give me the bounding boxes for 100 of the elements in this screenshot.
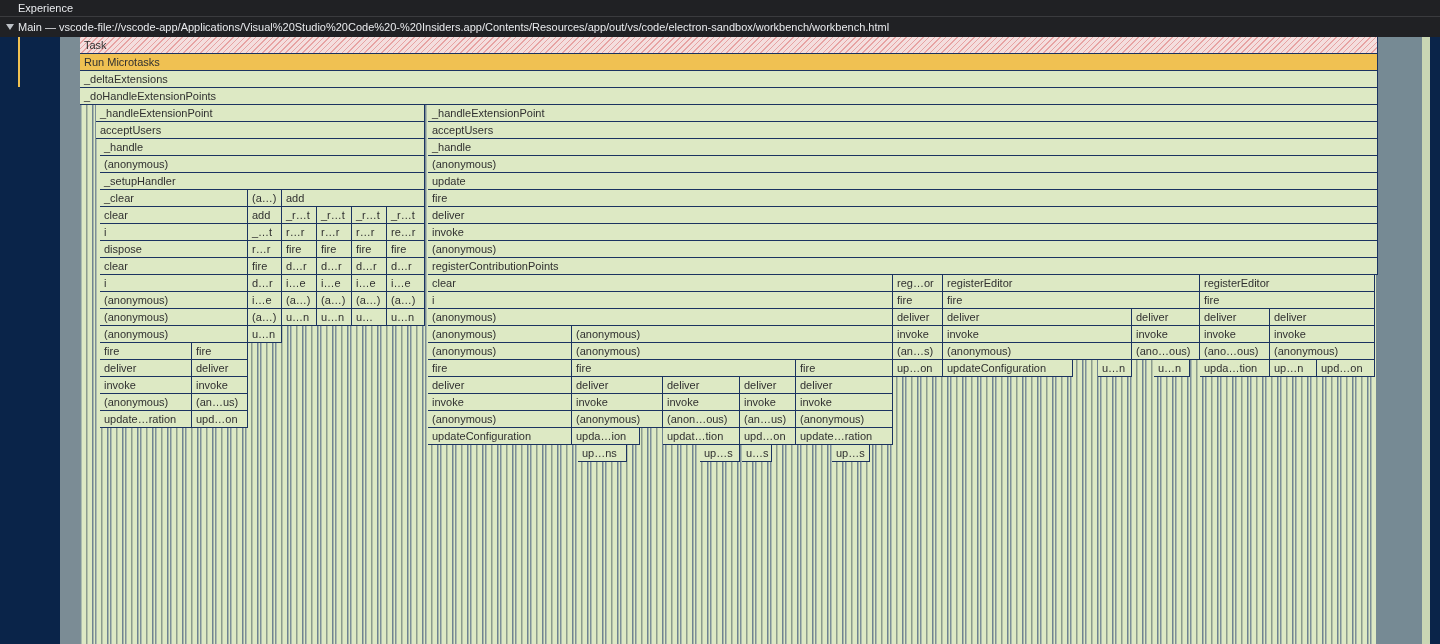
call-frame[interactable]: _doHandleExtensionPoints (80, 88, 1378, 105)
call-frame[interactable]: acceptUsers (428, 122, 1378, 139)
call-frame[interactable]: _r…t (317, 207, 352, 224)
call-frame[interactable]: u…s (742, 445, 772, 462)
call-frame[interactable]: (anonymous) (428, 343, 572, 360)
call-frame[interactable]: update…ration (796, 428, 893, 445)
call-frame[interactable]: deliver (428, 207, 1378, 224)
call-frame[interactable]: (an…us) (192, 394, 248, 411)
call-frame[interactable]: d…r (387, 258, 425, 275)
call-frame[interactable]: _r…t (352, 207, 387, 224)
call-frame[interactable]: upd…on (740, 428, 796, 445)
call-frame[interactable]: fire (572, 360, 796, 377)
call-frame[interactable]: update (428, 173, 1378, 190)
call-frame[interactable]: invoke (1132, 326, 1200, 343)
call-frame[interactable]: (anonymous) (572, 326, 893, 343)
call-frame[interactable]: up…s (832, 445, 870, 462)
call-frame[interactable]: i…e (317, 275, 352, 292)
call-frame[interactable]: registerContributionPoints (428, 258, 1378, 275)
call-frame[interactable]: deliver (943, 309, 1132, 326)
call-frame[interactable]: deliver (192, 360, 248, 377)
call-frame[interactable]: (anonymous) (572, 411, 663, 428)
call-frame[interactable]: d…r (248, 275, 282, 292)
call-frame[interactable]: deliver (428, 377, 572, 394)
call-frame[interactable]: fire (317, 241, 352, 258)
call-frame[interactable]: _clear (100, 190, 248, 207)
call-frame[interactable]: u…n (1154, 360, 1190, 377)
call-frame[interactable]: i…e (387, 275, 425, 292)
call-frame[interactable]: invoke (572, 394, 663, 411)
call-frame[interactable]: _r…t (282, 207, 317, 224)
call-frame[interactable]: invoke (943, 326, 1132, 343)
call-frame[interactable]: fire (387, 241, 425, 258)
call-frame[interactable]: (anonymous) (100, 309, 248, 326)
call-frame[interactable]: i (100, 224, 248, 241)
call-frame[interactable]: d…r (317, 258, 352, 275)
call-frame[interactable]: r…r (352, 224, 387, 241)
call-frame[interactable]: (a…) (248, 190, 282, 207)
call-frame[interactable]: _handleExtensionPoint (96, 105, 425, 122)
call-frame[interactable]: up…n (1270, 360, 1317, 377)
call-frame[interactable]: fire (893, 292, 943, 309)
call-frame[interactable]: _handle (100, 139, 425, 156)
call-frame[interactable]: fire (428, 190, 1378, 207)
call-frame[interactable]: (anonymous) (428, 309, 893, 326)
call-frame[interactable]: update…ration (100, 411, 192, 428)
call-frame[interactable]: u…n (1098, 360, 1132, 377)
call-frame[interactable]: (anonymous) (100, 394, 192, 411)
call-frame[interactable]: (anonymous) (428, 411, 572, 428)
call-frame[interactable]: fire (282, 241, 317, 258)
call-frame[interactable]: invoke (893, 326, 943, 343)
call-frame[interactable]: (anonymous) (100, 156, 425, 173)
call-frame[interactable]: Run Microtasks (80, 54, 1378, 71)
call-frame[interactable]: fire (100, 343, 192, 360)
call-frame[interactable]: (ano…ous) (1200, 343, 1270, 360)
call-frame[interactable]: (an…s) (893, 343, 943, 360)
call-frame[interactable]: (an…us) (740, 411, 796, 428)
call-frame[interactable]: invoke (428, 394, 572, 411)
call-frame[interactable]: (a…) (317, 292, 352, 309)
call-frame[interactable]: (a…) (282, 292, 317, 309)
call-frame[interactable]: _handle (428, 139, 1378, 156)
call-frame[interactable]: (anonymous) (428, 326, 572, 343)
call-frame[interactable]: updateConfiguration (428, 428, 572, 445)
call-frame[interactable]: (anonymous) (796, 411, 893, 428)
call-frame[interactable]: reg…or (893, 275, 943, 292)
call-frame[interactable]: invoke (740, 394, 796, 411)
call-frame[interactable]: fire (428, 360, 572, 377)
call-frame[interactable]: (ano…ous) (1132, 343, 1200, 360)
call-frame[interactable]: up…ns (578, 445, 627, 462)
call-frame[interactable]: u…n (317, 309, 352, 326)
call-frame[interactable]: fire (352, 241, 387, 258)
call-frame[interactable]: dispose (100, 241, 248, 258)
call-frame[interactable]: up…s (700, 445, 740, 462)
call-frame[interactable]: invoke (192, 377, 248, 394)
call-frame[interactable]: up…on (893, 360, 943, 377)
call-frame[interactable]: upda…ion (572, 428, 640, 445)
call-frame[interactable]: deliver (1132, 309, 1200, 326)
call-frame[interactable]: (anonymous) (428, 156, 1378, 173)
call-frame[interactable]: (anon…ous) (663, 411, 740, 428)
call-frame[interactable]: invoke (1200, 326, 1270, 343)
call-frame[interactable]: (anonymous) (943, 343, 1132, 360)
call-frame[interactable]: _deltaExtensions (80, 71, 1378, 88)
call-frame[interactable]: d…r (352, 258, 387, 275)
call-frame[interactable]: fire (943, 292, 1200, 309)
call-frame[interactable]: _setupHandler (100, 173, 425, 190)
call-frame[interactable]: updateConfiguration (943, 360, 1073, 377)
call-frame[interactable]: clear (100, 258, 248, 275)
call-frame[interactable]: (anonymous) (100, 326, 248, 343)
call-frame[interactable]: r…r (317, 224, 352, 241)
call-frame[interactable]: deliver (100, 360, 192, 377)
call-frame[interactable]: fire (796, 360, 893, 377)
call-frame[interactable]: _handleExtensionPoint (428, 105, 1378, 122)
call-frame[interactable]: u…n (282, 309, 317, 326)
call-frame[interactable]: _…t (248, 224, 282, 241)
call-frame[interactable]: re…r (387, 224, 425, 241)
call-frame[interactable]: i…e (352, 275, 387, 292)
call-frame[interactable]: (anonymous) (572, 343, 893, 360)
call-frame[interactable]: r…r (282, 224, 317, 241)
call-frame[interactable]: (a…) (248, 309, 282, 326)
call-frame[interactable]: registerEditor (943, 275, 1200, 292)
call-frame[interactable]: i…e (248, 292, 282, 309)
call-frame[interactable]: (a…) (387, 292, 425, 309)
call-frame[interactable]: (a…) (352, 292, 387, 309)
